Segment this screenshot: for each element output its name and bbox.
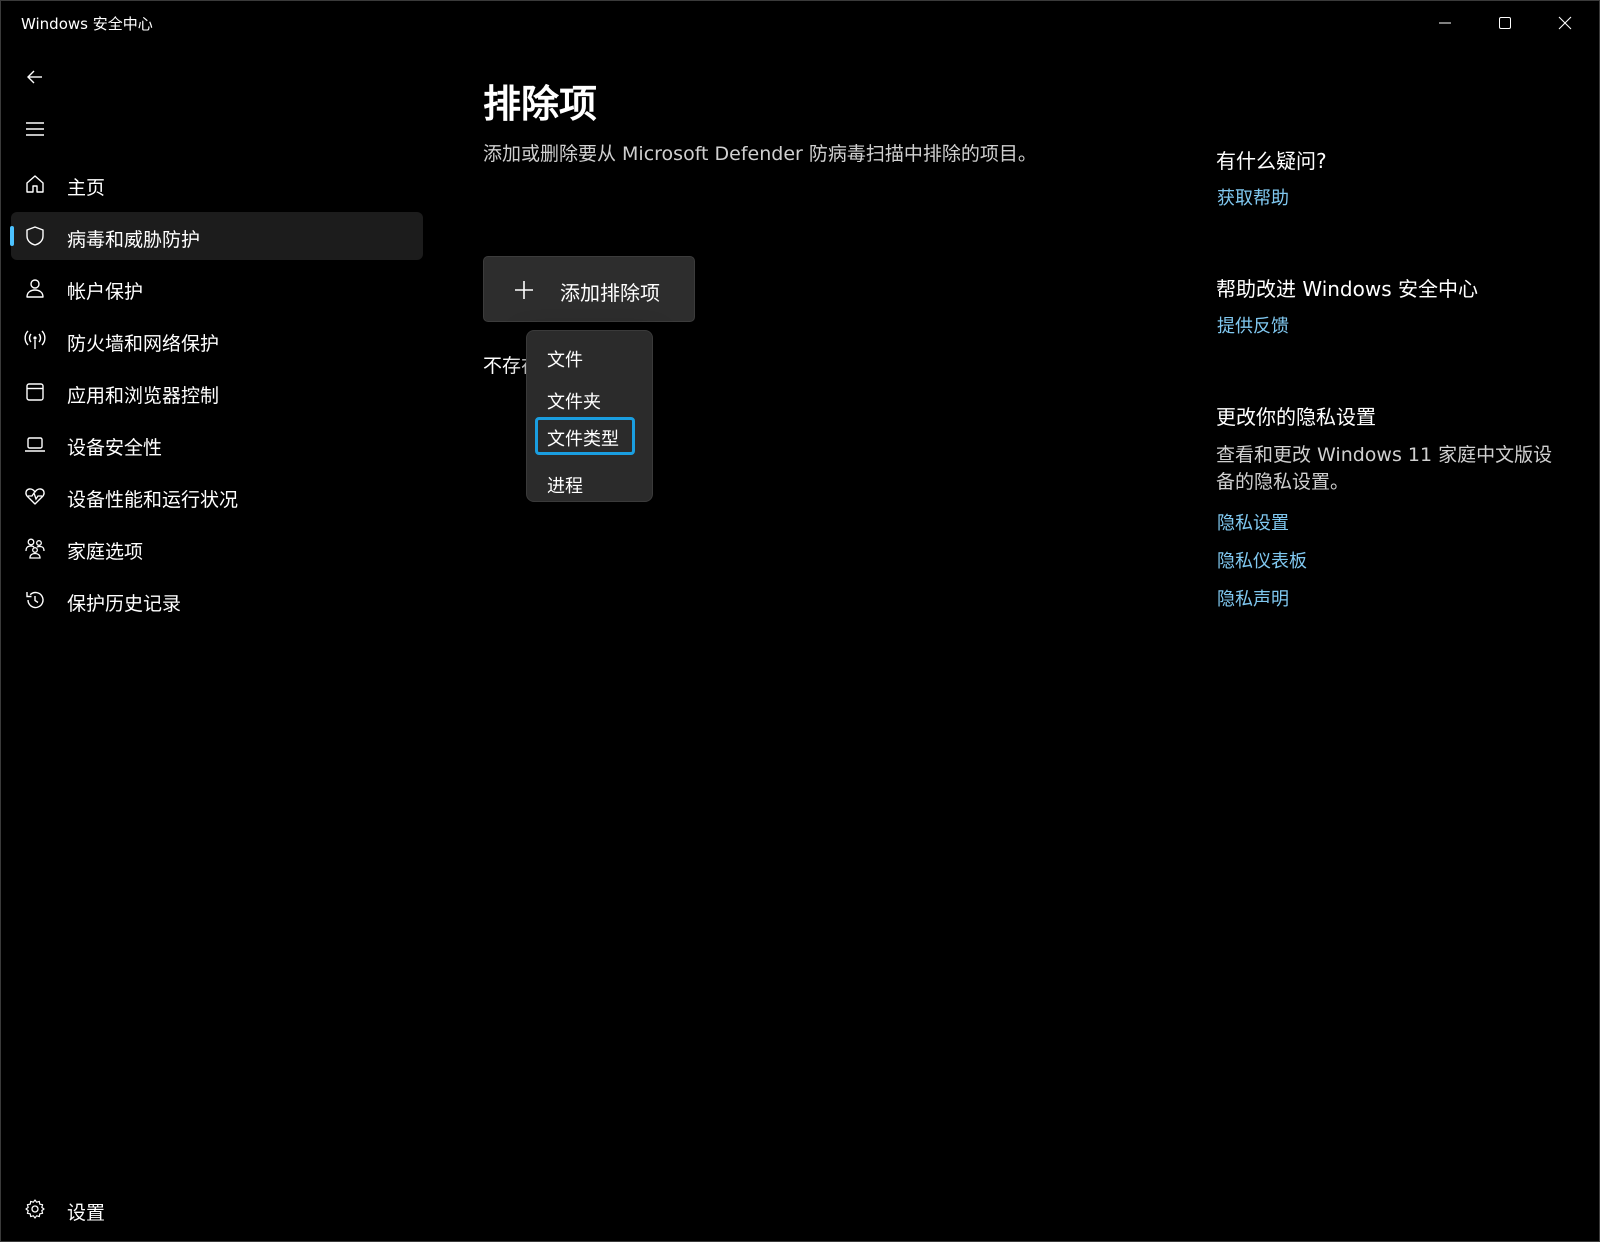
sidebar-item-label: 设备性能和运行状况 <box>67 489 239 511</box>
sidebar-item-firewall[interactable]: 防火墙和网络保护 <box>11 316 423 364</box>
antenna-icon <box>23 328 47 352</box>
history-icon <box>23 588 47 612</box>
get-help-link[interactable]: 获取帮助 <box>1217 184 1289 210</box>
sidebar: 主页 病毒和威胁防护 帐户保护 防火墙和网络保护 应用和浏览器控制 设备安全性 … <box>1 45 431 1241</box>
sidebar-item-label: 主页 <box>67 177 106 199</box>
sidebar-item-settings[interactable]: 设置 <box>11 1187 423 1233</box>
exclusion-type-menu: 文件 文件夹 文件类型 进程 <box>526 330 653 502</box>
close-button[interactable] <box>1535 1 1595 45</box>
sidebar-item-label: 家庭选项 <box>67 541 144 563</box>
gear-icon <box>23 1197 47 1221</box>
selection-indicator <box>10 226 14 246</box>
sidebar-item-account-protection[interactable]: 帐户保护 <box>11 264 423 312</box>
privacy-dashboard-link[interactable]: 隐私仪表板 <box>1217 547 1307 573</box>
sidebar-item-label: 病毒和威胁防护 <box>67 229 201 251</box>
menu-item-label: 文件夹 <box>547 392 601 413</box>
hamburger-icon <box>26 122 44 136</box>
settings-label: 设置 <box>67 1202 106 1224</box>
page-description: 添加或删除要从 Microsoft Defender 防病毒扫描中排除的项目。 <box>483 143 1037 165</box>
sidebar-item-home[interactable]: 主页 <box>11 160 423 208</box>
sidebar-item-app-browser-control[interactable]: 应用和浏览器控制 <box>11 368 423 416</box>
app-window-icon <box>23 380 47 404</box>
title-bar: Windows 安全中心 <box>1 1 1599 45</box>
family-icon <box>23 536 47 560</box>
close-icon <box>1558 16 1572 30</box>
plus-icon <box>515 281 533 299</box>
sidebar-item-label: 帐户保护 <box>67 281 144 303</box>
menu-item-process[interactable]: 进程 <box>535 464 635 502</box>
minimize-icon <box>1439 22 1451 24</box>
back-button[interactable] <box>19 61 51 93</box>
sidebar-item-label: 防火墙和网络保护 <box>67 333 220 355</box>
sidebar-item-family-options[interactable]: 家庭选项 <box>11 524 423 572</box>
menu-item-label: 文件 <box>547 350 583 371</box>
sidebar-item-label: 保护历史记录 <box>67 593 182 615</box>
home-icon <box>23 172 47 196</box>
privacy-statement-link[interactable]: 隐私声明 <box>1217 585 1289 611</box>
menu-item-label: 进程 <box>547 476 583 497</box>
sidebar-item-label: 应用和浏览器控制 <box>67 385 220 407</box>
privacy-description: 查看和更改 Windows 11 家庭中文版设备的隐私设置。 <box>1216 444 1553 493</box>
sidebar-item-virus-protection[interactable]: 病毒和威胁防护 <box>10 212 423 260</box>
sidebar-item-label: 设备安全性 <box>67 437 163 459</box>
empty-state-text: 不存在任何排除项。 <box>483 355 527 377</box>
minimize-button[interactable] <box>1415 1 1475 45</box>
sidebar-item-device-security[interactable]: 设备安全性 <box>11 420 423 468</box>
window-title: Windows 安全中心 <box>21 15 153 33</box>
questions-heading: 有什么疑问? <box>1216 149 1327 173</box>
privacy-settings-link[interactable]: 隐私设置 <box>1217 509 1289 535</box>
person-icon <box>23 276 47 300</box>
heart-pulse-icon <box>23 484 47 508</box>
laptop-icon <box>23 432 47 456</box>
feedback-link[interactable]: 提供反馈 <box>1217 312 1289 338</box>
privacy-heading: 更改你的隐私设置 <box>1216 405 1376 429</box>
page-title: 排除项 <box>483 82 598 126</box>
shield-icon <box>23 224 47 248</box>
sidebar-item-protection-history[interactable]: 保护历史记录 <box>11 576 423 624</box>
menu-item-file[interactable]: 文件 <box>535 338 635 376</box>
maximize-icon <box>1499 17 1511 29</box>
app-window: Windows 安全中心 主页 病毒和威胁防护 帐户保护 防火墙和网络保护 应用… <box>0 0 1600 1242</box>
add-exclusion-label: 添加排除项 <box>560 281 660 305</box>
menu-item-file-type[interactable]: 文件类型 <box>535 417 635 455</box>
add-exclusion-button[interactable]: 添加排除项 <box>483 256 695 322</box>
sidebar-item-device-performance[interactable]: 设备性能和运行状况 <box>11 472 423 520</box>
hamburger-menu-button[interactable] <box>19 113 51 145</box>
menu-item-folder[interactable]: 文件夹 <box>535 380 635 418</box>
menu-item-label: 文件类型 <box>547 429 619 450</box>
back-arrow-icon <box>27 70 42 84</box>
improve-heading: 帮助改进 Windows 安全中心 <box>1216 277 1478 301</box>
maximize-button[interactable] <box>1475 1 1535 45</box>
